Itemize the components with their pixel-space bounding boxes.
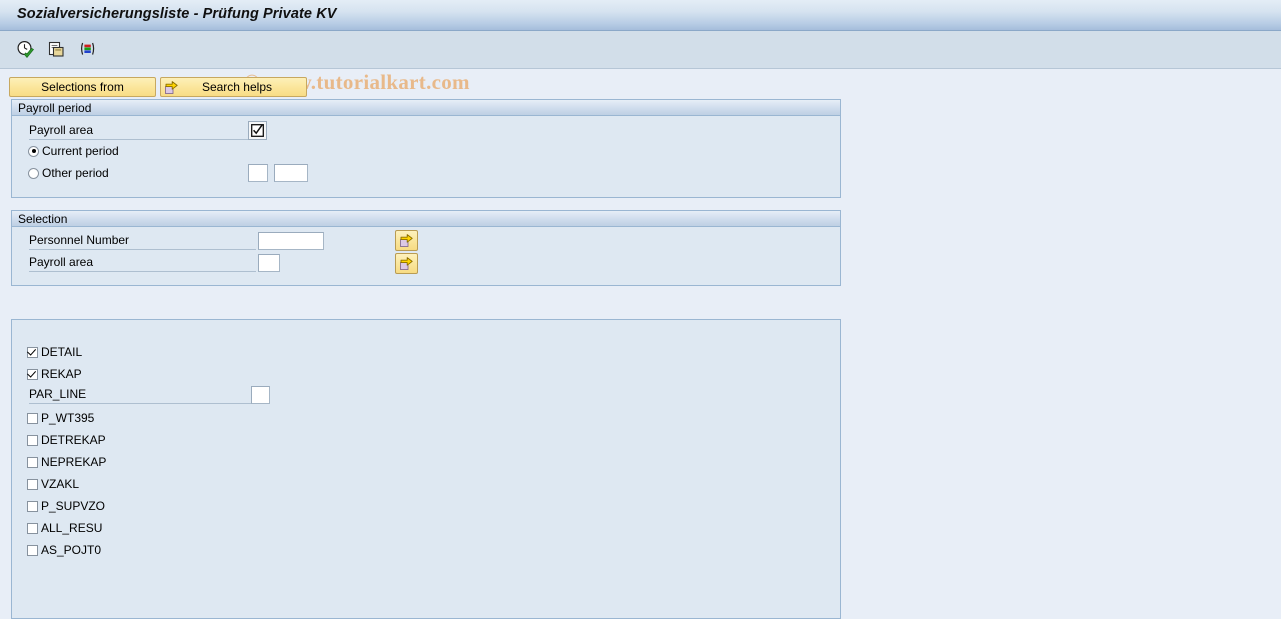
options-panel: DETAIL REKAP PAR_LINE P_WT395 DETREKAP N…: [11, 319, 841, 619]
selection-legend: Selection: [12, 211, 840, 227]
other-period-radio[interactable]: [28, 167, 39, 179]
checkbox-all-resu[interactable]: [27, 522, 38, 534]
option-row-rekap[interactable]: REKAP: [27, 368, 82, 380]
toolbar-icon-group: [14, 38, 98, 60]
option-row-all-resu[interactable]: ALL_RESU: [27, 522, 102, 534]
personnel-number-label: Personnel Number: [29, 233, 256, 250]
option-row-detrekap[interactable]: DETREKAP: [27, 434, 106, 446]
checkbox-detail[interactable]: [27, 346, 38, 358]
payroll-area-toggle-checkbox[interactable]: [248, 121, 267, 140]
option-label-as-pojt0: AS_POJT0: [41, 543, 102, 557]
selection-group: Selection Personnel Number Payroll area: [11, 210, 841, 286]
par-line-input[interactable]: [251, 386, 270, 404]
par-line-label: PAR_LINE: [29, 387, 256, 404]
search-helps-label: Search helps: [201, 80, 272, 94]
option-label-detrekap: DETREKAP: [41, 433, 106, 447]
payroll-period-body: Payroll area Current period Other period: [12, 116, 840, 197]
option-label-vzakl: VZAKL: [41, 477, 80, 491]
option-row-p-wt395[interactable]: P_WT395: [27, 412, 94, 424]
other-period-field-2[interactable]: [274, 164, 308, 182]
current-period-label: Current period: [42, 144, 119, 158]
option-row-neprekap[interactable]: NEPREKAP: [27, 456, 106, 468]
payroll-area-label: Payroll area: [29, 123, 256, 140]
application-toolbar: © www.tutorialkart.com: [0, 31, 1281, 94]
payroll-area-multiple-selection-button[interactable]: [395, 253, 418, 274]
colored-list-icon[interactable]: [76, 38, 98, 60]
current-period-radio[interactable]: [28, 145, 39, 157]
checkbox-p-supvzo[interactable]: [27, 500, 38, 512]
other-period-radio-row[interactable]: Other period: [28, 166, 109, 180]
option-label-detail: DETAIL: [41, 345, 83, 359]
payroll-period-group: Payroll period Payroll area Current peri…: [11, 99, 841, 198]
personnel-number-multiple-selection-button[interactable]: [395, 230, 418, 251]
option-label-neprekap: NEPREKAP: [41, 455, 107, 469]
option-row-vzakl[interactable]: VZAKL: [27, 478, 79, 490]
checkbox-p-wt395[interactable]: [27, 412, 38, 424]
selection-body: Personnel Number Payroll area: [12, 227, 840, 285]
selection-payroll-area-input[interactable]: [258, 254, 280, 272]
selections-from-button[interactable]: Selections from: [9, 77, 156, 97]
option-row-p-supvzo[interactable]: P_SUPVZO: [27, 500, 105, 512]
checkbox-neprekap[interactable]: [27, 456, 38, 468]
option-label-rekap: REKAP: [41, 367, 82, 381]
option-label-p-wt395: P_WT395: [41, 411, 95, 425]
selection-payroll-area-label: Payroll area: [29, 255, 256, 272]
checkbox-vzakl[interactable]: [27, 478, 38, 490]
option-row-detail[interactable]: DETAIL: [27, 346, 82, 358]
other-period-field-1[interactable]: [248, 164, 268, 182]
current-period-radio-row[interactable]: Current period: [28, 144, 119, 158]
yellow-arrow-icon: [164, 80, 179, 95]
personnel-number-input[interactable]: [258, 232, 324, 250]
checkbox-detrekap[interactable]: [27, 434, 38, 446]
checkbox-rekap[interactable]: [27, 368, 38, 380]
window-title-bar: Sozialversicherungsliste - Prüfung Priva…: [0, 0, 1281, 31]
page-title: Sozialversicherungsliste - Prüfung Priva…: [17, 6, 337, 22]
copy-variant-icon[interactable]: [45, 38, 67, 60]
checkbox-as-pojt0[interactable]: [27, 544, 38, 556]
selection-action-bar: Selections from Search helps: [9, 77, 307, 97]
option-label-all-resu: ALL_RESU: [41, 521, 103, 535]
payroll-period-legend: Payroll period: [12, 100, 840, 116]
search-helps-button[interactable]: Search helps: [160, 77, 307, 97]
other-period-label: Other period: [42, 166, 109, 180]
option-row-as-pojt0[interactable]: AS_POJT0: [27, 544, 101, 556]
option-label-p-supvzo: P_SUPVZO: [41, 499, 106, 513]
execute-clock-icon[interactable]: [14, 38, 36, 60]
